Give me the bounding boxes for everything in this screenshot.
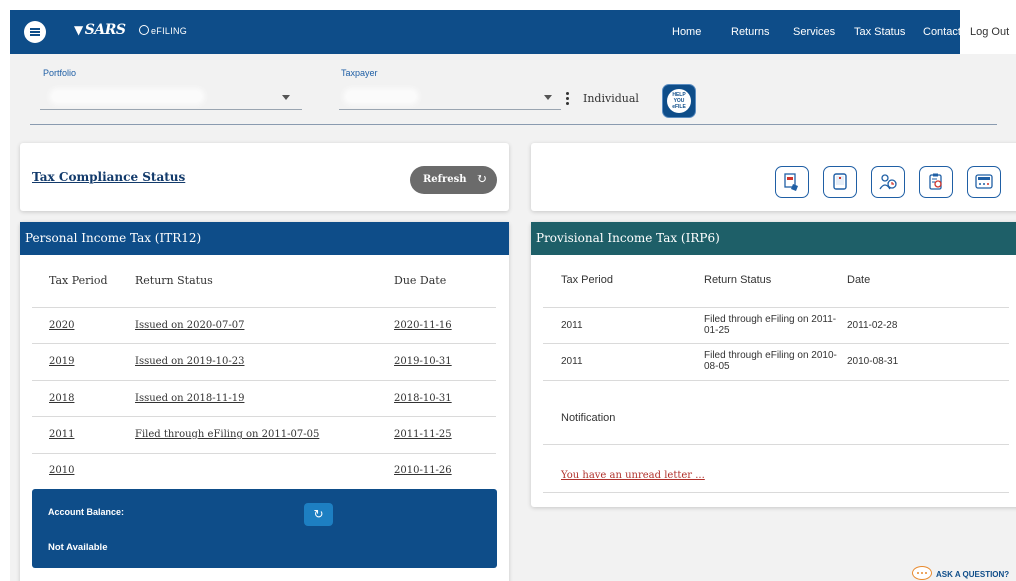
taxpayer-select[interactable] xyxy=(339,109,561,110)
nav-contact[interactable]: Contact xyxy=(923,10,961,54)
nav-returns[interactable]: Returns xyxy=(731,10,770,54)
tablet-device-icon[interactable] xyxy=(823,166,857,198)
globe-icon xyxy=(139,25,149,35)
notification-label: Notification xyxy=(561,412,616,424)
row-divider xyxy=(32,380,496,381)
logout-button[interactable]: Log Out xyxy=(960,10,1016,54)
row-divider xyxy=(543,307,1009,308)
itr12-due-link[interactable]: 2019-10-31 xyxy=(394,356,452,367)
row-divider xyxy=(32,343,496,344)
account-balance-label: Account Balance: xyxy=(48,507,125,517)
itr12-status-link[interactable]: Issued on 2018-11-19 xyxy=(135,393,244,404)
irp6-period: 2011 xyxy=(561,320,583,331)
itr12-period-link[interactable]: 2011 xyxy=(49,429,74,440)
portfolio-select[interactable] xyxy=(40,109,302,110)
taxpayer-label: Taxpayer xyxy=(341,68,378,78)
row-divider xyxy=(32,416,496,417)
portfolio-label: Portfolio xyxy=(43,68,77,78)
irp6-title: Provisional Income Tax (IRP6) xyxy=(531,222,1016,255)
irp6-status: Filed through eFiling on 2011-01-25 xyxy=(704,314,837,336)
itr12-due-link[interactable]: 2020-11-16 xyxy=(394,320,452,331)
portfolio-chevron-down-icon[interactable] xyxy=(282,95,290,100)
taxpayer-type: Individual xyxy=(583,92,639,105)
ask-question-link[interactable]: ASK A QUESTION? xyxy=(936,570,1009,579)
refresh-label: Refresh xyxy=(423,174,467,185)
refresh-button[interactable]: Refresh ↻ xyxy=(410,166,497,194)
account-balance-value: Not Available xyxy=(48,542,108,553)
itr12-col-due-date: Due Date xyxy=(394,274,447,287)
itr12-title: Personal Income Tax (ITR12) xyxy=(20,222,509,255)
row-divider xyxy=(32,453,496,454)
more-options-icon[interactable] xyxy=(566,92,569,107)
itr12-status-link[interactable]: Issued on 2019-10-23 xyxy=(135,356,244,367)
irp6-col-tax-period: Tax Period xyxy=(561,274,613,286)
row-divider xyxy=(32,307,496,308)
menu-icon[interactable] xyxy=(24,21,46,43)
chat-bubble-icon[interactable] xyxy=(912,566,932,580)
tax-compliance-status-link[interactable]: Tax Compliance Status xyxy=(32,170,185,184)
itr12-period-link[interactable]: 2018 xyxy=(49,393,74,404)
irp6-date: 2011-02-28 xyxy=(847,320,898,331)
calculator-screen-icon[interactable] xyxy=(967,166,1001,198)
unread-letter-link[interactable]: You have an unread letter ... xyxy=(561,470,705,481)
account-refresh-icon[interactable]: ↻ xyxy=(304,503,333,526)
document-hand-icon[interactable] xyxy=(775,166,809,198)
efiling-logo: eFILING xyxy=(139,25,187,36)
top-bar: ▼ SARS eFILING Home Returns Services Tax … xyxy=(10,10,1016,54)
sars-logo[interactable]: ▼ SARS xyxy=(74,22,126,38)
row-divider xyxy=(543,444,1009,445)
itr12-col-return-status: Return Status xyxy=(135,274,213,287)
taxpayer-chevron-down-icon[interactable] xyxy=(544,95,552,100)
person-clock-icon[interactable] xyxy=(871,166,905,198)
row-divider xyxy=(543,380,1009,381)
itr12-due-link[interactable]: 2018-10-31 xyxy=(394,393,452,404)
portfolio-value xyxy=(52,91,202,102)
selector-divider xyxy=(30,124,997,125)
irp6-period: 2011 xyxy=(561,356,583,367)
help-you-efile-icon: HELP YOU eFILE xyxy=(667,89,691,113)
help-you-efile-badge[interactable]: HELP YOU eFILE xyxy=(662,84,696,118)
irp6-date: 2010-08-31 xyxy=(847,356,899,367)
itr12-period-link[interactable]: 2019 xyxy=(49,356,74,367)
efiling-window: ▼ SARS eFILING Home Returns Services Tax … xyxy=(10,10,1016,581)
itr12-status-link[interactable]: Issued on 2020-07-07 xyxy=(135,320,244,331)
irp6-col-return-status: Return Status xyxy=(704,274,772,286)
nav-services[interactable]: Services xyxy=(793,10,835,54)
nav-tax-status[interactable]: Tax Status xyxy=(854,10,905,54)
refresh-icon: ↻ xyxy=(476,172,487,187)
clipboard-gear-icon[interactable] xyxy=(919,166,953,198)
itr12-col-tax-period: Tax Period xyxy=(49,274,108,287)
itr12-due-link[interactable]: 2010-11-26 xyxy=(394,465,452,476)
account-balance-box xyxy=(32,489,497,568)
irp6-col-date: Date xyxy=(847,274,871,286)
itr12-due-link[interactable]: 2011-11-25 xyxy=(394,429,452,440)
irp6-status: Filed through eFiling on 2010-08-05 xyxy=(704,350,837,372)
itr12-period-link[interactable]: 2010 xyxy=(49,465,74,476)
nav-home[interactable]: Home xyxy=(672,10,701,54)
row-divider xyxy=(543,492,1009,493)
itr12-period-link[interactable]: 2020 xyxy=(49,320,74,331)
row-divider xyxy=(543,343,1009,344)
taxpayer-value xyxy=(346,91,416,102)
itr12-status-link[interactable]: Filed through eFiling on 2011-07-05 xyxy=(135,429,319,440)
